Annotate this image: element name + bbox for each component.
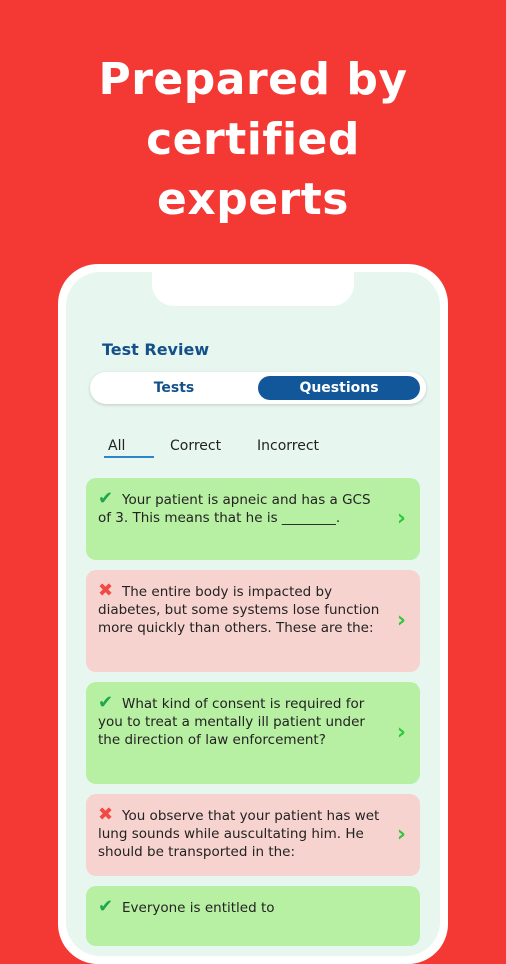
chevron-right-icon[interactable]: › [397, 610, 406, 632]
question-card[interactable]: ✖ You observe that your patient has wet l… [86, 794, 420, 876]
filter-incorrect[interactable]: Incorrect [257, 438, 319, 454]
page-title: Test Review [102, 340, 210, 359]
question-card[interactable]: ✖ The entire body is impacted by diabetes… [86, 570, 420, 672]
headline-line-2: certified [146, 114, 360, 165]
question-card[interactable]: ✔ What kind of consent is required for yo… [86, 682, 420, 784]
check-icon: ✔ [98, 692, 114, 713]
filter-tabs: All Correct Incorrect [86, 438, 416, 462]
phone-notch [152, 272, 354, 306]
chevron-right-icon[interactable]: › [397, 722, 406, 744]
filter-all[interactable]: All [108, 438, 125, 454]
question-text: What kind of consent is required for you… [98, 696, 365, 748]
question-text: You observe that your patient has wet lu… [98, 808, 380, 860]
headline: Prepared by certified experts [0, 50, 506, 230]
question-text: Everyone is entitled to [122, 900, 275, 916]
headline-line-3: experts [157, 174, 349, 225]
tab-questions[interactable]: Questions [258, 376, 420, 400]
segmented-control: Tests Questions [90, 372, 426, 404]
cross-icon: ✖ [98, 804, 114, 825]
question-text: Your patient is apneic and has a GCS of … [98, 492, 371, 526]
question-text: The entire body is impacted by diabetes,… [98, 584, 380, 636]
phone-frame: Test Review Tests Questions All Correct … [58, 264, 448, 964]
active-filter-underline [104, 456, 154, 458]
check-icon: ✔ [98, 488, 114, 509]
chevron-right-icon[interactable]: › [397, 824, 406, 846]
tab-tests[interactable]: Tests [94, 376, 254, 400]
question-card[interactable]: ✔ Your patient is apneic and has a GCS of… [86, 478, 420, 560]
check-icon: ✔ [98, 896, 114, 917]
chevron-right-icon[interactable]: › [397, 508, 406, 530]
cross-icon: ✖ [98, 580, 114, 601]
question-card[interactable]: ✔ Everyone is entitled to [86, 886, 420, 946]
filter-correct[interactable]: Correct [170, 438, 221, 454]
headline-line-1: Prepared by [98, 54, 408, 105]
phone-screen: Test Review Tests Questions All Correct … [66, 272, 440, 956]
